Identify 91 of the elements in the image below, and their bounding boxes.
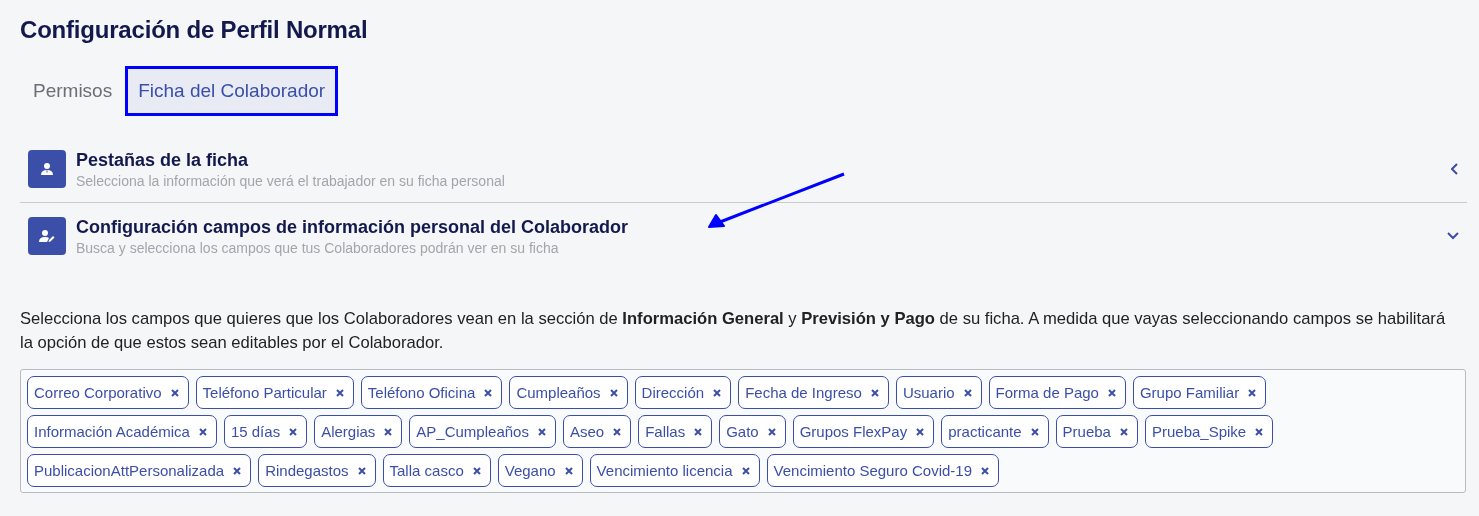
field-tag-label: Forma de Pago xyxy=(995,384,1099,401)
section-title[interactable]: Configuración campos de información personal del Colaborador xyxy=(76,216,1447,238)
field-tag-label: practicante xyxy=(948,423,1022,440)
close-icon xyxy=(613,427,622,436)
remove-button[interactable] xyxy=(564,466,573,475)
field-tag-label: PublicacionAttPersonalizada xyxy=(34,462,225,479)
field-tag-label: Usuario xyxy=(902,384,955,401)
remove-button[interactable] xyxy=(916,427,925,436)
remove-button[interactable] xyxy=(981,466,989,475)
field-tag-label: Rindegastos xyxy=(265,462,349,479)
close-icon xyxy=(170,388,179,397)
close-icon xyxy=(1255,427,1264,436)
field-tag-label: Gato xyxy=(726,423,759,440)
field-tag-label: 15 días xyxy=(230,423,281,440)
remove-button[interactable] xyxy=(357,466,366,475)
field-tag-label: Información Académica xyxy=(34,423,190,440)
user-icon xyxy=(40,162,54,176)
field-tag-label: Fecha de Ingreso xyxy=(745,384,862,401)
close-icon xyxy=(1248,388,1257,397)
remove-button[interactable] xyxy=(537,427,546,436)
close-icon xyxy=(233,466,242,475)
tab[interactable]: Ficha del Colaborador xyxy=(125,66,339,116)
field-tag-label: Prueba_Spike xyxy=(1151,423,1247,440)
remove-button[interactable] xyxy=(233,466,242,475)
close-icon xyxy=(609,388,618,397)
section-subtitle: Busca y selecciona los campos que tus Colaboradores podrán ver en su ficha xyxy=(76,239,560,256)
close-icon xyxy=(694,427,703,436)
description-text: Selecciona los campos que quieres que los Colaboradores vean en la sección de Información General y Previsión y Pago de su ficha. A medida que vayas seleccionando campos se habilitará la opción de que estos sean editables por el Colaborador. xyxy=(20,308,1447,354)
remove-button[interactable] xyxy=(1107,388,1116,397)
close-icon xyxy=(767,427,776,436)
remove-button[interactable] xyxy=(1030,427,1039,436)
field-tag-label: Prueba xyxy=(1062,423,1111,440)
section-subtitle: Selecciona la información que verá el trabajador en su ficha personal xyxy=(76,172,506,189)
close-icon xyxy=(916,427,925,436)
close-icon xyxy=(713,388,722,397)
field-tag-label: Correo Corporativo xyxy=(34,384,162,401)
remove-button[interactable] xyxy=(1255,427,1264,436)
close-icon xyxy=(384,427,393,436)
remove-button[interactable] xyxy=(609,388,618,397)
close-icon xyxy=(289,427,298,436)
remove-button[interactable] xyxy=(713,388,722,397)
close-icon xyxy=(1030,427,1039,436)
close-icon xyxy=(1107,388,1116,397)
close-icon xyxy=(870,388,879,397)
remove-button[interactable] xyxy=(613,427,622,436)
remove-button[interactable] xyxy=(335,388,344,397)
close-icon xyxy=(564,466,573,475)
field-tag-label: Vegano xyxy=(504,462,556,479)
remove-button[interactable] xyxy=(741,466,750,475)
close-icon xyxy=(981,466,989,475)
field-tag-label: Cumpleaños xyxy=(516,384,601,401)
field-tag-label: Aseo xyxy=(569,423,605,440)
remove-button[interactable] xyxy=(963,388,972,397)
field-tag-label: Dirección xyxy=(641,384,705,401)
user-edit-icon xyxy=(39,229,55,243)
remove-button[interactable] xyxy=(484,388,493,397)
field-tag-label: Vencimiento licencia xyxy=(596,462,733,479)
close-icon xyxy=(357,466,366,475)
field-tag-label: Vencimiento Seguro Covid-19 xyxy=(773,462,972,479)
close-icon xyxy=(198,427,207,436)
remove-button[interactable] xyxy=(198,427,207,436)
remove-button[interactable] xyxy=(1248,388,1257,397)
field-tag-label: Teléfono Particular xyxy=(202,384,327,401)
remove-button[interactable] xyxy=(767,427,776,436)
remove-button[interactable] xyxy=(384,427,393,436)
close-icon xyxy=(741,466,750,475)
remove-button[interactable] xyxy=(170,388,179,397)
field-tag-label: Fallas xyxy=(645,423,686,440)
tab[interactable]: Permisos xyxy=(20,66,126,116)
field-tag-label: Grupos FlexPay xyxy=(799,423,908,440)
remove-button[interactable] xyxy=(1119,427,1128,436)
field-tag-label: Talla casco xyxy=(389,462,464,479)
close-icon xyxy=(472,466,481,475)
remove-button[interactable] xyxy=(472,466,481,475)
close-icon xyxy=(537,427,546,436)
remove-button[interactable] xyxy=(289,427,298,436)
field-tag-label: Alergias xyxy=(321,423,376,440)
chevron-down-icon[interactable] xyxy=(1447,232,1459,240)
selected-fields-box[interactable] xyxy=(20,369,1466,493)
chevron-left-icon[interactable] xyxy=(1451,163,1459,175)
section-title[interactable]: Pestañas de la ficha xyxy=(76,149,1451,171)
field-tag-label: Teléfono Oficina xyxy=(367,384,476,401)
close-icon xyxy=(484,388,493,397)
field-tag-label: AP_Cumpleaños xyxy=(416,423,529,440)
remove-button[interactable] xyxy=(694,427,703,436)
field-tag-label: Grupo Familiar xyxy=(1139,384,1240,401)
close-icon xyxy=(335,388,344,397)
close-icon xyxy=(1119,427,1128,436)
remove-button[interactable] xyxy=(870,388,879,397)
page-title: Configuración de Perfil Normal xyxy=(20,16,369,44)
close-icon xyxy=(963,388,972,397)
